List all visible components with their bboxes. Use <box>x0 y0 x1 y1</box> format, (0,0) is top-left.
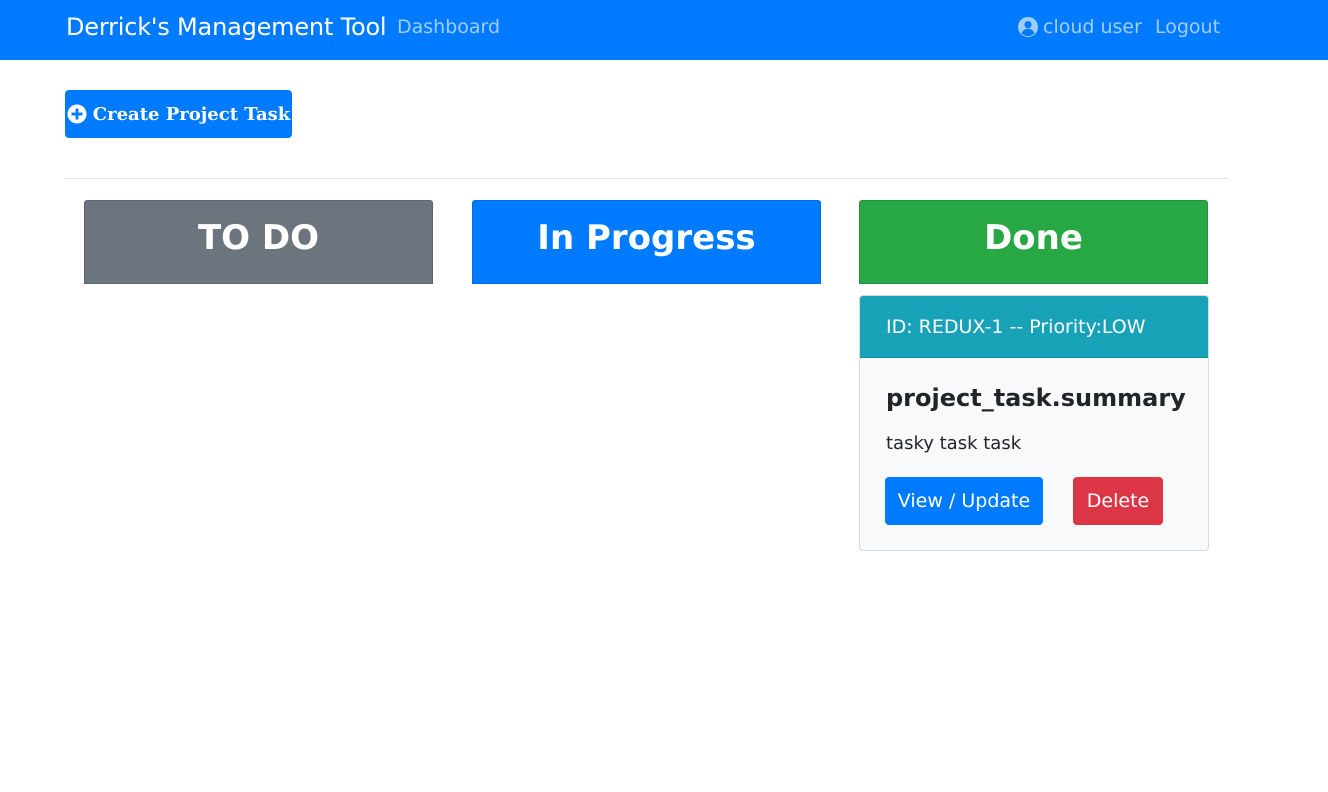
user-circle-icon <box>1018 17 1038 37</box>
brand-link[interactable]: Derrick's Management Tool <box>66 12 387 42</box>
delete-button[interactable]: Delete <box>1073 477 1163 525</box>
task-summary: project_task.summary <box>886 384 1186 412</box>
plus-circle-icon <box>67 104 87 124</box>
column-title-in-progress: In Progress <box>537 218 756 258</box>
nav-dashboard-link[interactable]: Dashboard <box>397 15 500 39</box>
column-header-done: Done <box>859 200 1208 284</box>
view-update-button[interactable]: View / Update <box>885 477 1043 525</box>
task-card: ID: REDUX-1 -- Priority:LOW project_task… <box>859 295 1209 551</box>
task-description: tasky task task <box>886 433 1022 454</box>
column-header-todo: TO DO <box>84 200 433 284</box>
create-project-task-button[interactable]: Create Project Task <box>65 90 292 138</box>
column-title-todo: TO DO <box>197 218 320 258</box>
nav-user-label: cloud user <box>1043 16 1142 38</box>
column-title-done: Done <box>984 218 1083 258</box>
section-divider <box>64 178 1228 179</box>
nav-user-link[interactable]: cloud user <box>1018 15 1142 39</box>
task-card-header: ID: REDUX-1 -- Priority:LOW <box>860 296 1208 358</box>
create-project-task-label: Create Project Task <box>92 103 291 125</box>
top-navbar: Derrick's Management Tool Dashboard clou… <box>0 0 1328 60</box>
nav-logout-link[interactable]: Logout <box>1155 15 1220 39</box>
column-header-in-progress: In Progress <box>472 200 821 284</box>
